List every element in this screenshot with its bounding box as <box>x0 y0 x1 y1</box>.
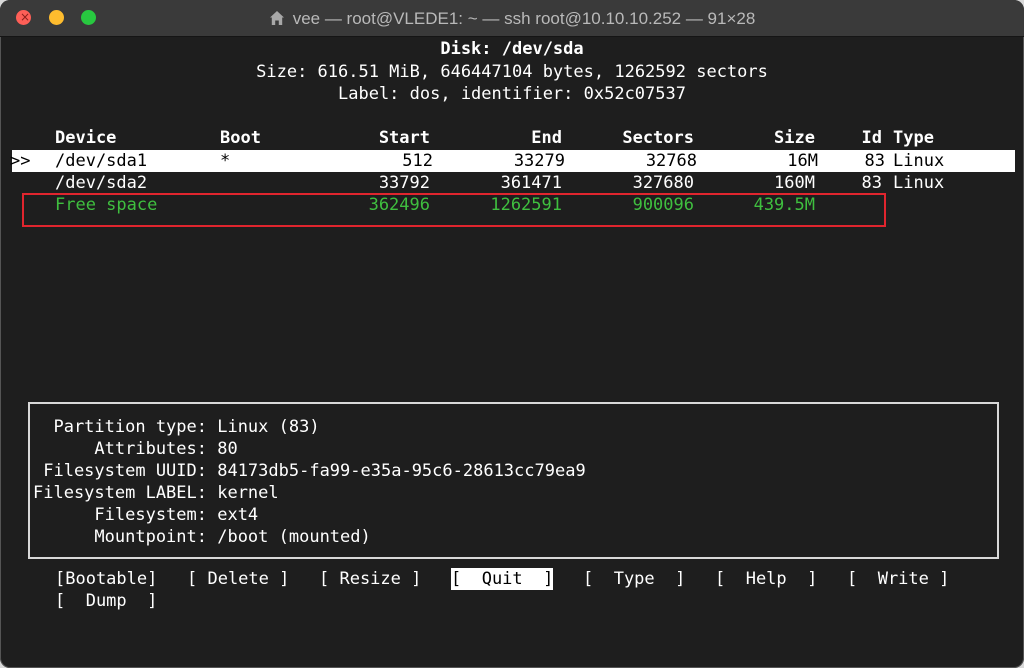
header-size: Size <box>774 128 815 148</box>
header-type: Type <box>893 128 934 148</box>
terminal-window: × vee — root@VLEDE1: ~ — ssh root@10.10.… <box>0 0 1024 668</box>
row-size: 16M <box>787 151 818 171</box>
row-device: /dev/sda1 <box>55 151 148 171</box>
info-attributes: Attributes: 80 <box>33 439 238 459</box>
type-button[interactable]: [ Type ] <box>583 568 685 590</box>
row-end: 361471 <box>500 173 562 193</box>
header-device: Device <box>55 128 117 148</box>
write-button[interactable]: [ Write ] <box>847 568 949 590</box>
header-start: Start <box>378 128 430 148</box>
info-filesystem: Filesystem: ext4 <box>33 505 259 525</box>
row-id: 83 <box>861 173 882 193</box>
row-boot-flag: * <box>220 151 231 171</box>
row-selection-marker: >> <box>10 151 31 171</box>
partition-info-box: Partition type: Linux (83) Attributes: 8… <box>28 402 999 559</box>
window-title-container: vee — root@VLEDE1: ~ — ssh root@10.10.10… <box>0 8 1024 29</box>
row-start: 512 <box>402 151 433 171</box>
row-end: 33279 <box>513 151 565 171</box>
row-type: Linux <box>893 173 945 193</box>
disk-label-line: Label: dos, identifier: 0x52c07537 <box>338 84 686 104</box>
row-device: /dev/sda2 <box>55 173 148 193</box>
info-mountpoint: Mountpoint: /boot (mounted) <box>33 527 371 547</box>
dump-button[interactable]: [ Dump ] <box>55 590 157 612</box>
help-button[interactable]: [ Help ] <box>715 568 817 590</box>
row-start: 33792 <box>378 173 430 193</box>
header-boot: Boot <box>220 128 261 148</box>
disk-size-line: Size: 616.51 MiB, 646447104 bytes, 12625… <box>256 62 768 82</box>
title-bar[interactable]: × vee — root@VLEDE1: ~ — ssh root@10.10.… <box>0 0 1024 37</box>
info-filesystem-label: Filesystem LABEL: kernel <box>33 483 279 503</box>
header-sectors: Sectors <box>622 128 694 148</box>
row-sectors: 327680 <box>632 173 694 193</box>
terminal-content[interactable]: Disk: /dev/sda Size: 616.51 MiB, 6464471… <box>0 37 1024 668</box>
resize-button[interactable]: [ Resize ] <box>319 568 421 590</box>
disk-heading: Disk: /dev/sda <box>440 39 584 59</box>
window-title: vee — root@VLEDE1: ~ — ssh root@10.10.10… <box>292 9 756 28</box>
row-id: 83 <box>864 151 885 171</box>
info-partition-type: Partition type: Linux (83) <box>33 417 320 437</box>
table-row-selected[interactable]: >> /dev/sda1 * 512 33279 32768 16M 83 Li… <box>10 150 1015 172</box>
row-type: Linux <box>893 151 945 171</box>
info-filesystem-uuid: Filesystem UUID: 84173db5-fa99-e35a-95c6… <box>33 461 586 481</box>
header-id: Id <box>861 128 882 148</box>
header-end: End <box>531 128 562 148</box>
row-size: 160M <box>774 173 815 193</box>
delete-button[interactable]: [ Delete ] <box>187 568 289 590</box>
quit-button[interactable]: [ Quit ] <box>451 568 554 590</box>
bootable-button[interactable]: [Bootable] <box>55 568 157 590</box>
home-folder-icon <box>269 11 284 25</box>
row-sectors: 32768 <box>645 151 697 171</box>
free-space-highlight-box <box>22 193 886 227</box>
